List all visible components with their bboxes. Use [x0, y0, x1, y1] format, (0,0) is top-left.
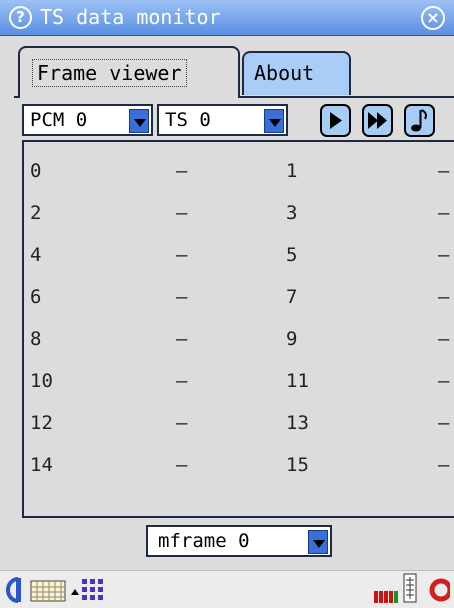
pcm-select-value: PCM 0	[30, 109, 88, 131]
frame-left-value: –	[176, 160, 188, 182]
frame-row: 14 – 15 –	[24, 453, 454, 477]
music-note-icon	[411, 109, 427, 132]
pcm-select[interactable]: PCM 0	[22, 104, 153, 136]
lifebuoy-icon[interactable]	[428, 575, 450, 605]
start-menu-icon[interactable]	[4, 575, 26, 605]
signal-strength-icon	[374, 591, 398, 603]
frame-data-panel: 0 – 1 – 2 – 3 – 4 – 5 – 6 – 7 – 8 – 9 – 10 – 11 – 12 – 13 – 14 – 15 –	[22, 140, 454, 518]
window-title: TS data monitor	[40, 5, 221, 29]
frame-right-index: 5	[286, 244, 298, 266]
ts-select-value: TS 0	[165, 109, 211, 131]
frame-left-value: –	[176, 202, 188, 224]
frame-left-value: –	[176, 244, 188, 266]
play-button[interactable]	[320, 104, 351, 137]
frame-left-value: –	[176, 328, 188, 350]
frame-right-value: –	[438, 412, 450, 434]
frame-left-value: –	[176, 412, 188, 434]
frame-right-index: 11	[286, 370, 309, 392]
taskbar	[0, 570, 454, 608]
chevron-down-icon[interactable]	[308, 530, 328, 554]
frame-right-index: 1	[286, 160, 298, 182]
frame-left-index: 12	[30, 412, 53, 434]
frame-row: 2 – 3 –	[24, 201, 454, 225]
frame-left-value: –	[176, 286, 188, 308]
frame-row: 12 – 13 –	[24, 411, 454, 435]
frame-left-index: 14	[30, 454, 53, 476]
frame-row: 6 – 7 –	[24, 285, 454, 309]
tab-frame-viewer[interactable]: Frame viewer	[18, 46, 240, 98]
frame-right-value: –	[438, 160, 450, 182]
frame-right-value: –	[438, 244, 450, 266]
frame-left-index: 0	[30, 160, 42, 182]
frame-row: 8 – 9 –	[24, 327, 454, 351]
frame-right-value: –	[438, 370, 450, 392]
frame-right-index: 15	[286, 454, 309, 476]
play-icon	[330, 112, 342, 129]
fast-forward-button[interactable]	[362, 104, 393, 137]
ts-select[interactable]: TS 0	[157, 104, 288, 136]
frame-right-index: 3	[286, 202, 298, 224]
network-icon[interactable]	[402, 573, 418, 603]
frame-left-index: 6	[30, 286, 42, 308]
frame-right-index: 13	[286, 412, 309, 434]
frame-left-index: 8	[30, 328, 42, 350]
frame-row: 10 – 11 –	[24, 369, 454, 393]
tab-frame-viewer-label: Frame viewer	[32, 59, 187, 87]
help-circle-icon[interactable]: ?	[9, 6, 32, 29]
mframe-select-value: mframe 0	[158, 530, 250, 552]
frame-right-index: 9	[286, 328, 298, 350]
close-circle-icon[interactable]: ×	[421, 6, 445, 30]
mframe-select[interactable]: mframe 0	[146, 525, 332, 557]
frame-left-index: 10	[30, 370, 53, 392]
chevron-down-icon[interactable]	[129, 109, 149, 133]
frame-row: 0 – 1 –	[24, 159, 454, 183]
frame-right-value: –	[438, 454, 450, 476]
frame-left-value: –	[176, 454, 188, 476]
tab-about[interactable]: About	[242, 51, 351, 95]
frame-right-value: –	[438, 328, 450, 350]
frame-left-value: –	[176, 370, 188, 392]
frame-right-index: 7	[286, 286, 298, 308]
frame-row: 4 – 5 –	[24, 243, 454, 267]
input-method-arrow-icon[interactable]	[70, 587, 80, 597]
title-bar: ? TS data monitor ×	[0, 0, 454, 36]
tab-about-label: About	[254, 61, 315, 85]
frame-right-value: –	[438, 286, 450, 308]
chevron-down-icon[interactable]	[264, 109, 284, 133]
keypad-grid-icon[interactable]	[82, 579, 104, 601]
frame-left-index: 4	[30, 244, 42, 266]
fast-forward-icon	[368, 112, 387, 129]
frame-left-index: 2	[30, 202, 42, 224]
music-button[interactable]	[404, 104, 435, 137]
frame-right-value: –	[438, 202, 450, 224]
keyboard-icon[interactable]	[30, 580, 66, 602]
